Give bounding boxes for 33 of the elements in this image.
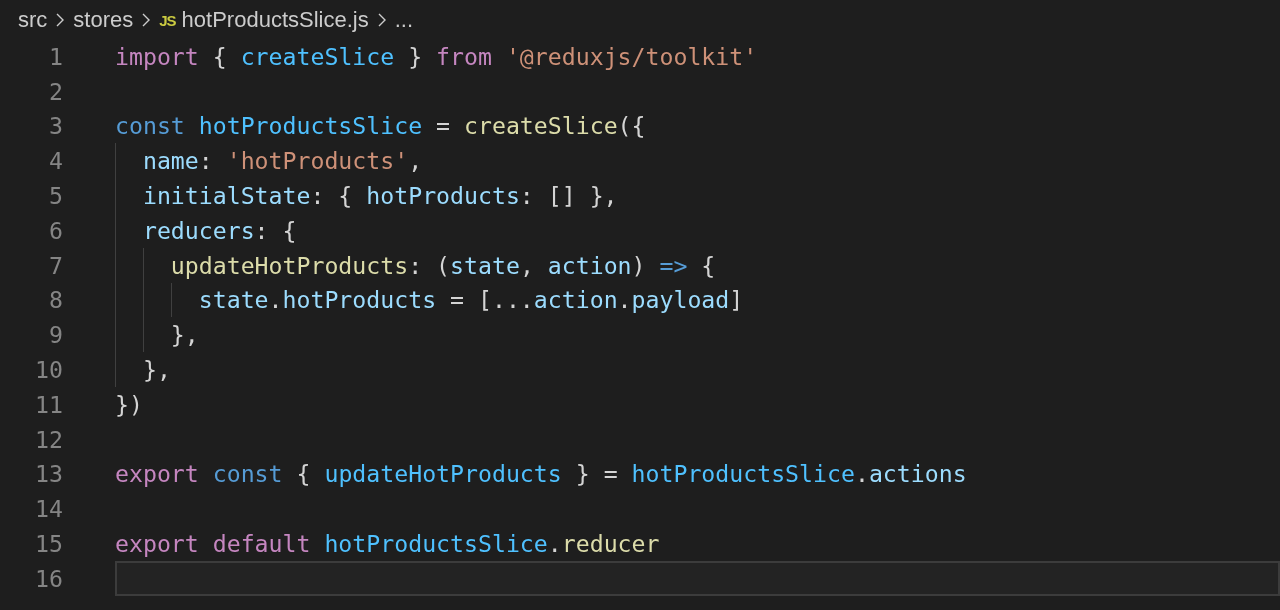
code-line: initialState: { hotProducts: [] }, <box>141 182 618 210</box>
line-number: 2 <box>48 77 63 105</box>
code-line: const hotProductsSlice = createSlice({ <box>115 112 646 140</box>
breadcrumb-more[interactable]: ... <box>394 7 414 33</box>
breadcrumb-item[interactable]: src <box>18 7 48 33</box>
line-number: 4 <box>48 147 63 175</box>
code-line: name: 'hotProducts', <box>141 147 423 175</box>
code-line: state.hotProducts = [...action.payload] <box>197 286 744 314</box>
line-number: 15 <box>34 530 63 558</box>
breadcrumb-item[interactable]: stores <box>73 7 134 33</box>
line-number: 1 <box>48 42 63 70</box>
code-line: }) <box>115 390 143 418</box>
line-number: 5 <box>48 182 63 210</box>
line-number: 7 <box>48 251 63 279</box>
code-line: updateHotProducts: (state, action) => { <box>169 251 716 279</box>
code-line: import { createSlice } from '@reduxjs/toolkit' <box>115 42 758 70</box>
line-number: 8 <box>48 286 63 314</box>
line-number: 3 <box>48 112 63 140</box>
breadcrumb-item[interactable]: hotProductsSlice.js <box>181 7 369 33</box>
code-line: }, <box>141 356 171 384</box>
code-line: export const { updateHotProducts } = hotProductsSlice.actions <box>115 460 967 488</box>
line-number: 6 <box>48 216 63 244</box>
js-file-icon: JS <box>159 11 176 29</box>
line-number: 14 <box>34 495 63 523</box>
code-line: export default hotProductsSlice.reducer <box>115 530 660 558</box>
code-line: reducers: { <box>141 216 297 244</box>
line-number: 11 <box>34 390 63 418</box>
line-number: 9 <box>48 321 63 349</box>
line-number: 16 <box>34 564 63 592</box>
line-number: 10 <box>34 356 63 384</box>
code-line: }, <box>169 321 199 349</box>
line-number: 12 <box>34 425 63 453</box>
line-number: 13 <box>34 460 63 488</box>
